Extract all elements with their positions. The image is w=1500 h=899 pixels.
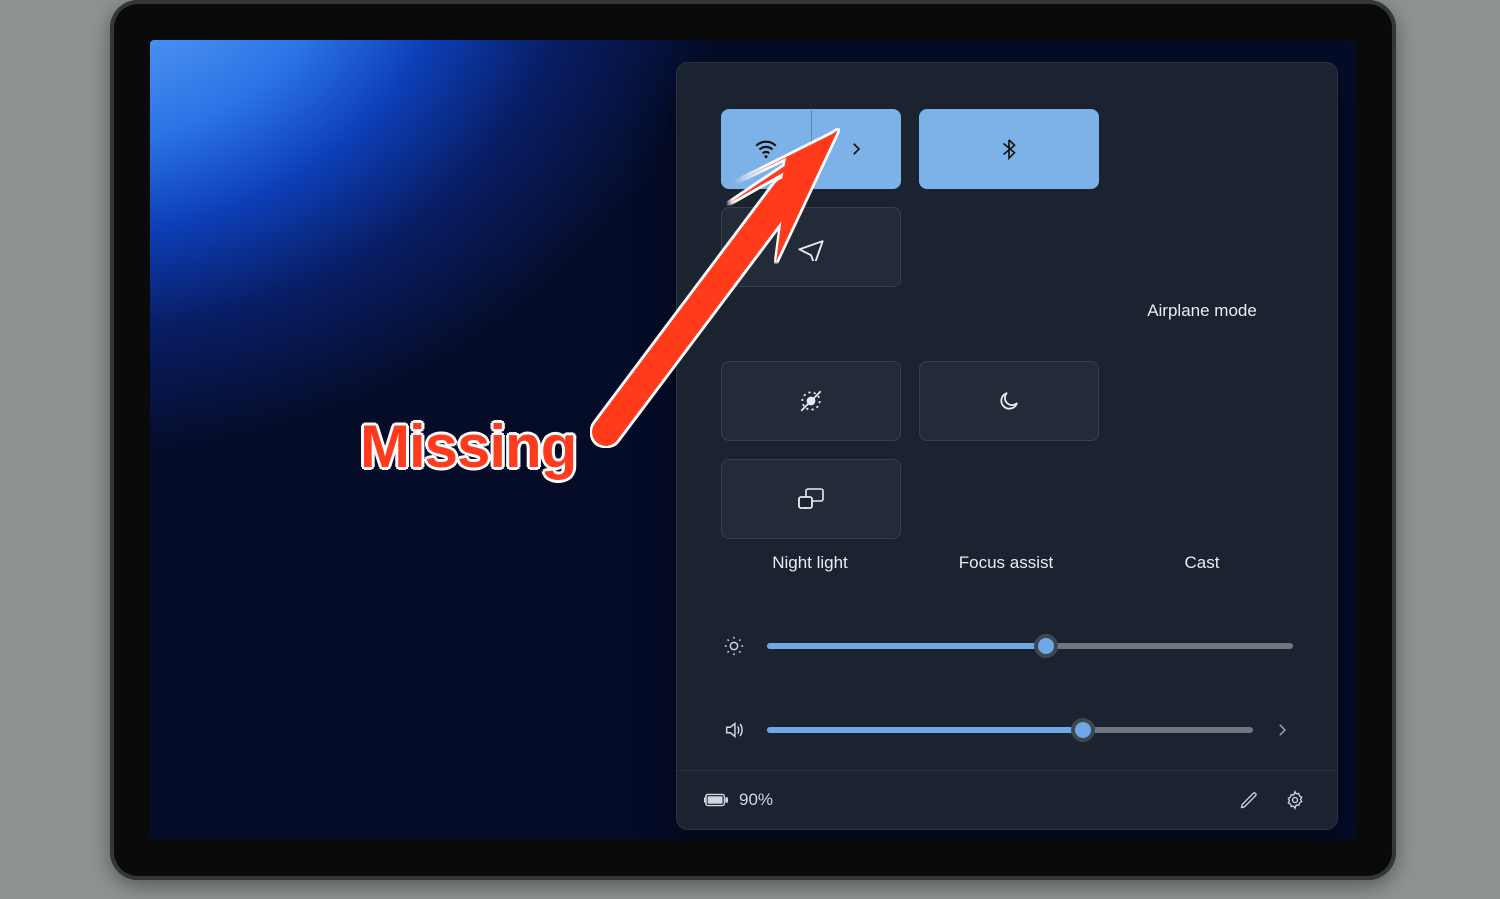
wifi-toggle-main[interactable] — [722, 110, 811, 188]
volume-slider[interactable] — [767, 727, 1253, 733]
settings-button[interactable] — [1279, 784, 1311, 816]
brightness-slider[interactable] — [767, 643, 1293, 649]
cast-icon — [797, 487, 825, 511]
wifi-expand-button[interactable] — [812, 110, 901, 188]
wifi-icon — [753, 136, 779, 162]
battery-icon — [703, 791, 729, 809]
sliders-section — [677, 573, 1337, 741]
cast-label: Cast — [1113, 553, 1291, 573]
brightness-row — [721, 635, 1293, 657]
focus-assist-toggle[interactable] — [919, 361, 1099, 441]
focus-assist-label: Focus assist — [917, 553, 1095, 573]
annotation-label: Missing — [360, 412, 576, 481]
moon-icon — [997, 389, 1021, 413]
volume-row — [721, 719, 1293, 741]
gear-icon — [1285, 790, 1305, 810]
battery-percentage-label: 90% — [739, 790, 773, 810]
night-light-label: Night light — [721, 553, 899, 573]
brightness-icon — [721, 635, 747, 657]
night-light-toggle[interactable] — [721, 361, 901, 441]
airplane-icon — [797, 233, 825, 261]
tablet-device-frame: Airplane mode — [110, 0, 1396, 880]
bluetooth-icon — [998, 136, 1020, 162]
quick-settings-row-1-labels: Airplane mode — [677, 287, 1337, 321]
airplane-mode-toggle[interactable] — [721, 207, 901, 287]
bluetooth-label — [917, 301, 1095, 321]
cast-toggle[interactable] — [721, 459, 901, 539]
night-light-icon — [798, 388, 824, 414]
quick-settings-row-1 — [677, 63, 1337, 287]
screen: Airplane mode — [150, 40, 1356, 840]
airplane-mode-label: Airplane mode — [1113, 301, 1291, 321]
quick-settings-panel: Airplane mode — [676, 62, 1338, 830]
volume-icon — [721, 719, 747, 741]
volume-expand-button[interactable] — [1273, 721, 1293, 739]
bluetooth-toggle[interactable] — [919, 109, 1099, 189]
quick-settings-row-2 — [677, 321, 1337, 539]
wifi-label — [721, 301, 899, 321]
edit-quick-settings-button[interactable] — [1233, 784, 1265, 816]
quick-settings-footer: 90% — [677, 770, 1337, 829]
chevron-right-icon — [847, 140, 865, 158]
quick-settings-row-2-labels: Night light Focus assist Cast — [677, 539, 1337, 573]
wifi-toggle[interactable] — [721, 109, 901, 189]
pencil-icon — [1239, 790, 1259, 810]
